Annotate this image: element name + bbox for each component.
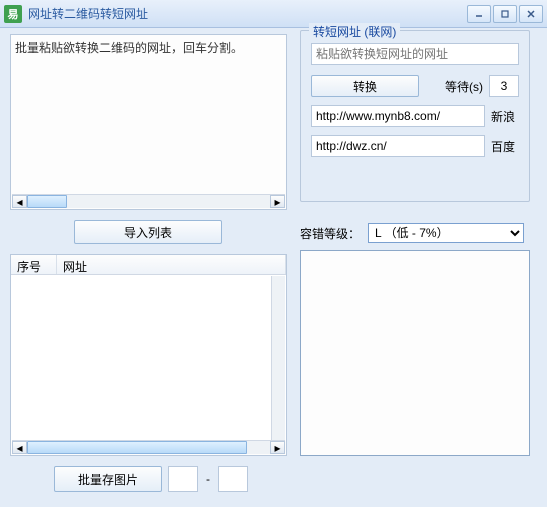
col-index[interactable]: 序号	[11, 255, 57, 274]
ecc-row: 容错等级： L （低 - 7%）	[300, 223, 524, 243]
list-header: 序号 网址	[11, 255, 286, 275]
list-body[interactable]	[11, 275, 286, 441]
scroll-right-icon[interactable]: ▸	[270, 195, 285, 208]
range-to-input[interactable]	[218, 466, 248, 492]
scroll-track[interactable]	[27, 195, 270, 208]
client-area: ◂ ▸ 导入列表 序号 网址 ◂ ▸ 批量存图片 - 转短网址 (联网) 转换 …	[0, 28, 547, 507]
qr-preview	[300, 250, 530, 456]
list-h-scrollbar[interactable]: ◂ ▸	[12, 440, 285, 454]
ecc-label: 容错等级：	[300, 225, 360, 242]
scroll-right-icon[interactable]: ▸	[270, 441, 285, 454]
save-row: 批量存图片 -	[54, 466, 248, 492]
batch-url-input[interactable]	[11, 35, 286, 195]
wait-input[interactable]	[489, 75, 519, 97]
scroll-left-icon[interactable]: ◂	[12, 195, 27, 208]
h-scrollbar[interactable]: ◂ ▸	[12, 194, 285, 208]
service-name-1: 百度	[491, 138, 519, 155]
group-legend: 转短网址 (联网)	[309, 23, 400, 40]
range-from-input[interactable]	[168, 466, 198, 492]
titlebar: 易 网址转二维码转短网址	[0, 0, 547, 28]
col-url[interactable]: 网址	[57, 255, 286, 274]
scroll-thumb[interactable]	[27, 195, 67, 208]
service-name-0: 新浪	[491, 108, 519, 125]
v-scrollbar[interactable]	[271, 276, 285, 440]
app-icon: 易	[4, 5, 22, 23]
window-title: 网址转二维码转短网址	[28, 5, 465, 22]
batch-save-button[interactable]: 批量存图片	[54, 466, 162, 492]
range-dash: -	[204, 472, 212, 486]
scroll-track[interactable]	[27, 441, 270, 454]
minimize-button[interactable]	[467, 5, 491, 23]
url-list: 序号 网址 ◂ ▸	[10, 254, 287, 456]
import-list-button[interactable]: 导入列表	[74, 220, 222, 244]
close-button[interactable]	[519, 5, 543, 23]
service-url-1[interactable]	[311, 135, 485, 157]
wait-label: 等待(s)	[425, 78, 483, 95]
ecc-select[interactable]: L （低 - 7%）	[368, 223, 524, 243]
short-url-input[interactable]	[311, 43, 519, 65]
maximize-button[interactable]	[493, 5, 517, 23]
scroll-thumb[interactable]	[27, 441, 247, 454]
service-url-0[interactable]	[311, 105, 485, 127]
batch-url-panel: ◂ ▸	[10, 34, 287, 210]
convert-button[interactable]: 转换	[311, 75, 419, 97]
short-url-group: 转短网址 (联网) 转换 等待(s) 新浪 百度	[300, 30, 530, 202]
scroll-left-icon[interactable]: ◂	[12, 441, 27, 454]
